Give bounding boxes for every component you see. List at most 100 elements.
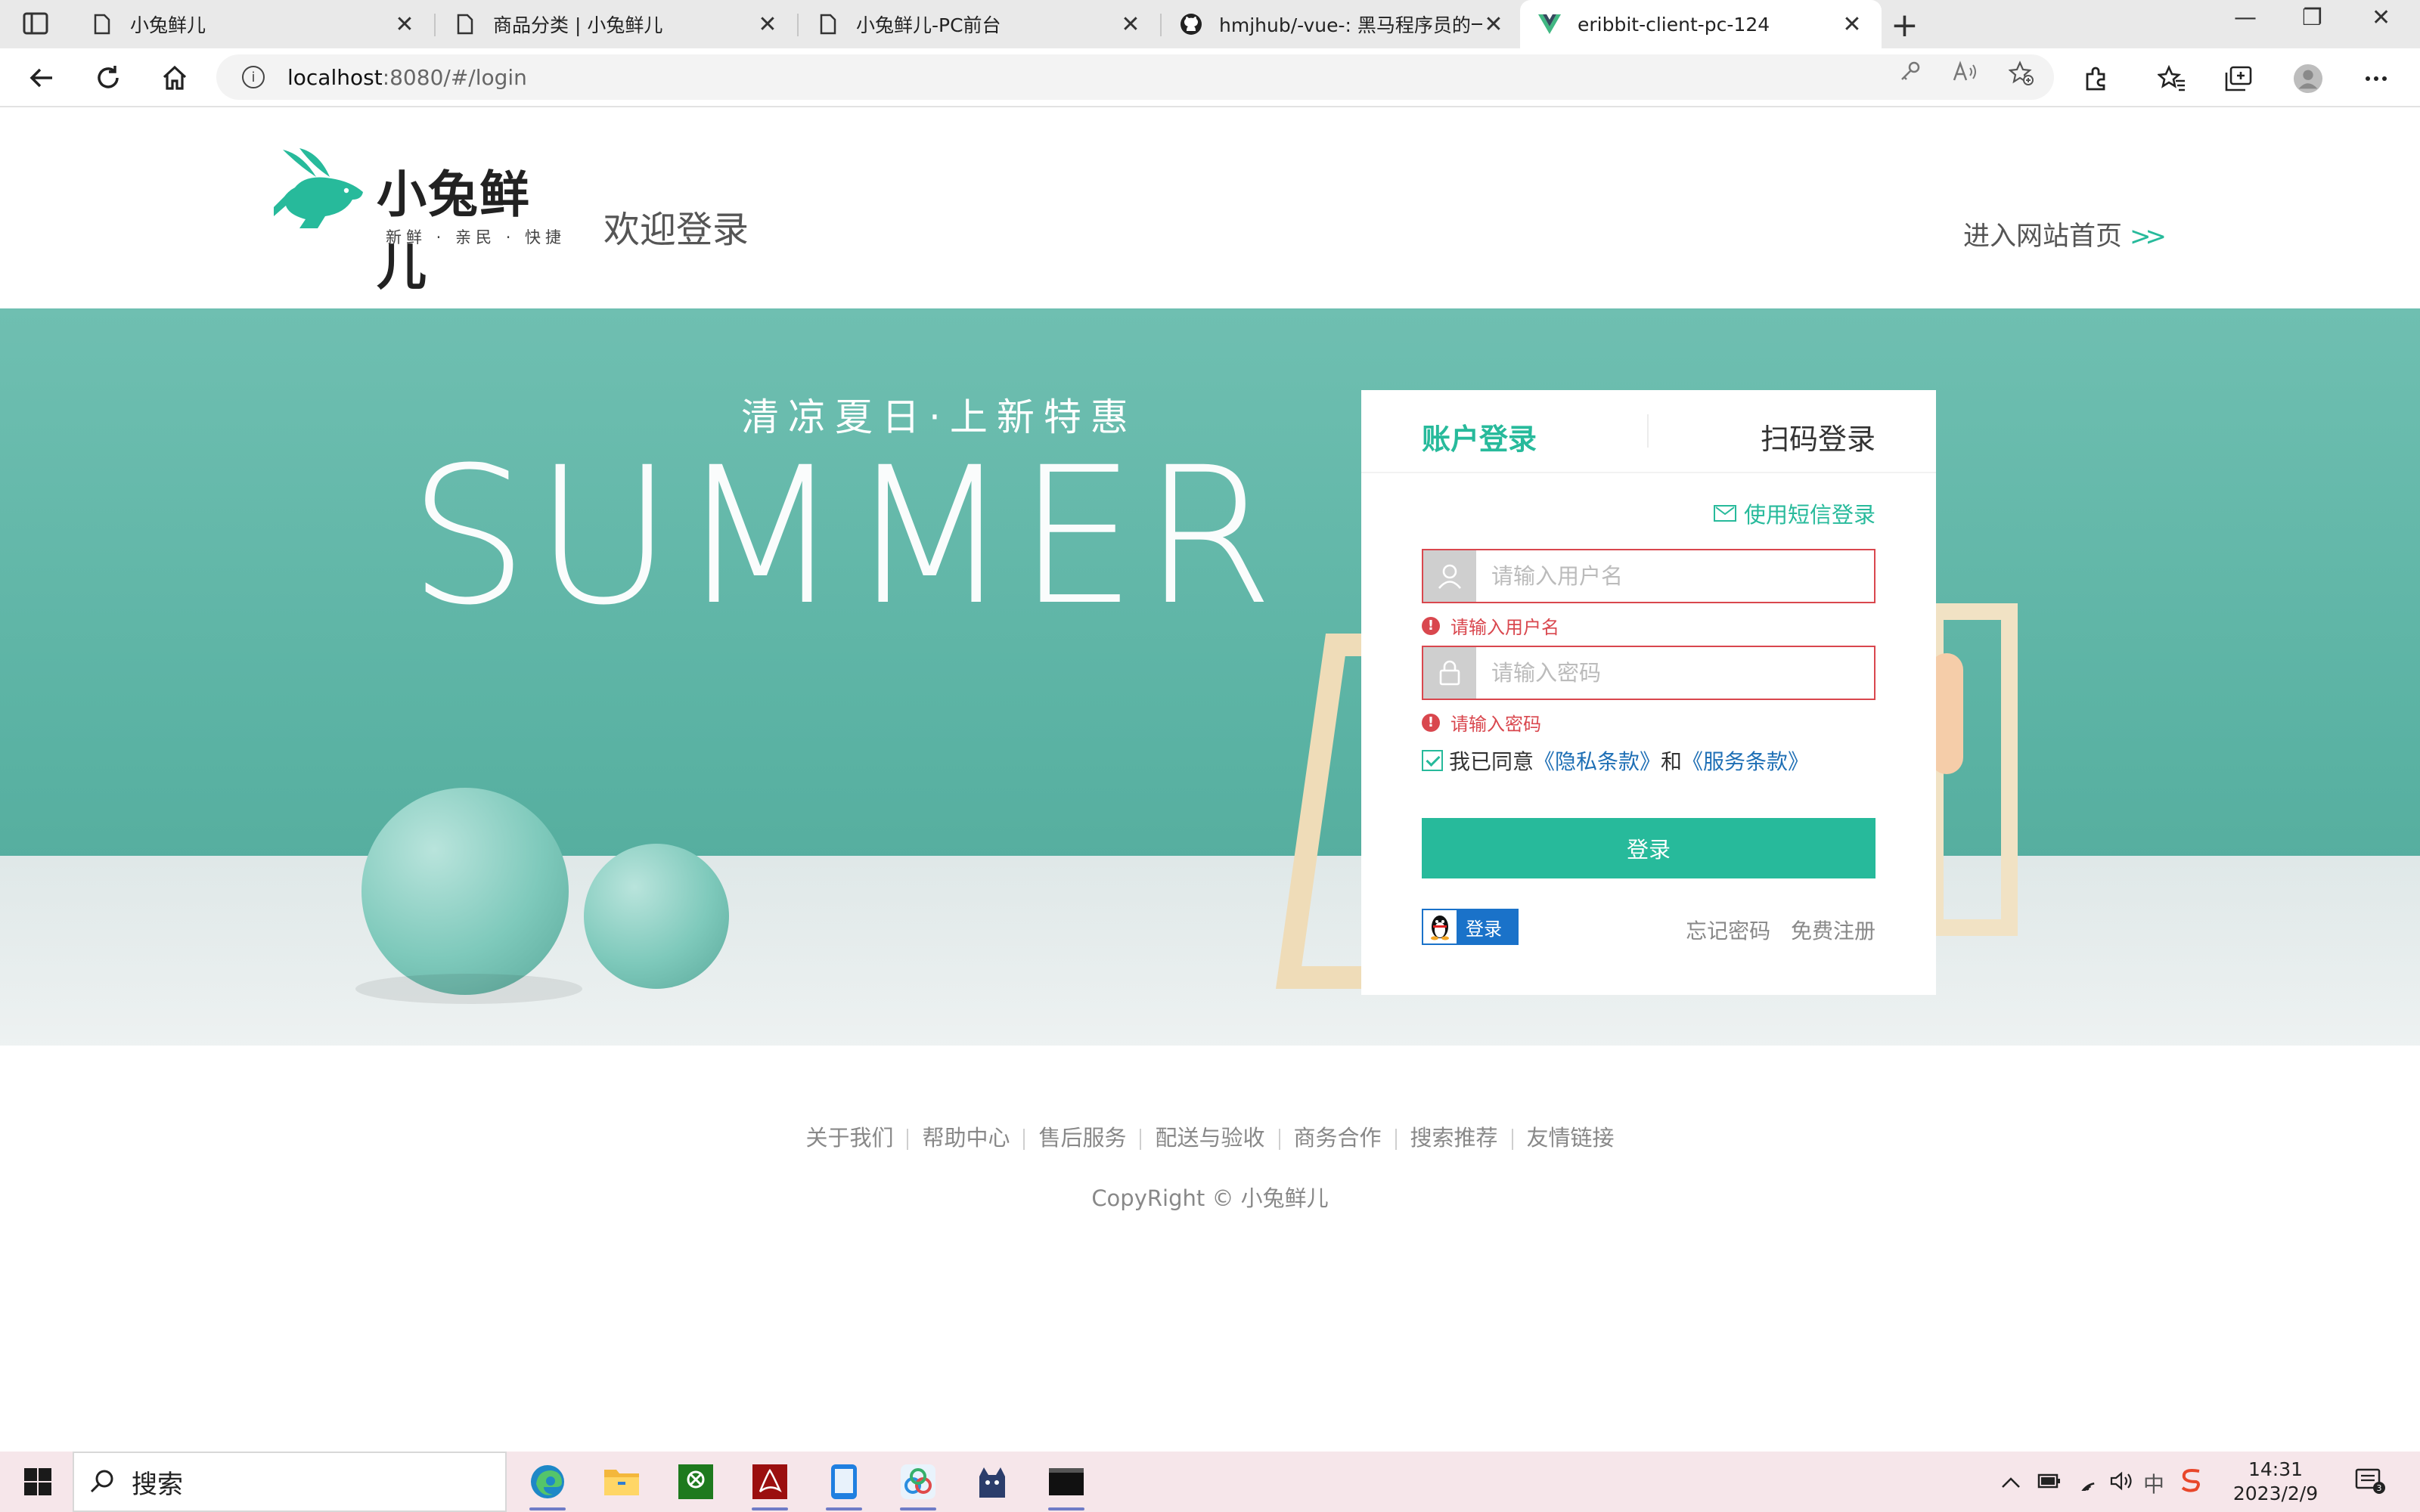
acrobat-app-icon[interactable] [749,1461,791,1510]
browser-tab-1[interactable]: 小兔鲜儿 ✕ [73,0,434,48]
ball-shadow [355,974,582,1004]
browser-tab-4[interactable]: hmjhub/-vue-: 黑马程序员的一个 ✕ [1162,0,1523,48]
error-icon: ! [1422,713,1440,732]
username-input[interactable] [1476,550,1874,602]
active-indicator [900,1507,936,1510]
back-button[interactable] [23,59,60,97]
wifi-icon[interactable] [2075,1471,2099,1496]
browser-tab-3[interactable]: 小兔鲜儿-PC前台 ✕ [799,0,1160,48]
tab-qr-login[interactable]: 扫码登录 [1761,416,1876,457]
clock-time: 14:31 [2248,1458,2304,1480]
login-button[interactable]: 登录 [1422,818,1876,878]
favorite-add-icon[interactable] [2008,60,2034,85]
search-icon [89,1469,115,1495]
qq-login-button[interactable]: 登录 [1422,909,1519,945]
goto-home-label: 进入网站首页 [1963,222,2123,252]
footer-link-help[interactable]: 帮助中心 [908,1125,1023,1151]
battery-icon[interactable] [2037,1471,2062,1494]
favorites-icon[interactable] [2157,64,2187,94]
decorative-ball [584,844,729,989]
active-indicator [529,1507,566,1510]
url-host: localhost [287,64,383,90]
browser-tab-2[interactable]: 商品分类 | 小兔鲜儿 ✕ [436,0,797,48]
svg-text:3: 3 [2377,1483,2382,1493]
chevron-up-icon[interactable] [2001,1471,2021,1494]
close-tab-icon[interactable]: ✕ [1482,11,1505,38]
page-icon [454,13,476,36]
welcome-title: 欢迎登录 [603,209,749,251]
key-icon[interactable] [1898,60,1921,83]
cloud-app-icon[interactable] [897,1461,939,1510]
collections-icon[interactable] [2223,64,2254,94]
goto-home-link[interactable]: 进入网站首页 >> [1963,215,2167,253]
close-tab-icon[interactable]: ✕ [1841,11,1863,38]
close-tab-icon[interactable]: ✕ [1119,11,1142,38]
site-info-icon[interactable]: i [242,66,265,88]
close-window-button[interactable]: ✕ [2372,5,2391,31]
login-card: 账户登录 扫码登录 使用短信登录 ! 请输入用户名 ! 请输入密码 我已同意 《… [1361,390,1936,995]
ime-indicator[interactable]: 中 [2143,1468,2164,1498]
register-link[interactable]: 免费注册 [1791,919,1876,943]
restore-button[interactable]: ❐ [2302,5,2322,31]
page-icon [817,13,839,36]
privacy-link[interactable]: 《隐私条款》 [1534,745,1661,776]
forgot-password-link[interactable]: 忘记密码 [1686,919,1770,943]
site-header: 小兔鲜儿 新鲜 · 亲民 · 快捷 欢迎登录 进入网站首页 >> [0,107,2420,308]
active-indicator [752,1507,788,1510]
taskbar-search[interactable]: 搜索 [73,1452,507,1512]
lock-icon [1423,647,1476,699]
taskbar: 搜索 中 14:31 2023/2/9 3 [0,1452,2420,1512]
windows-start-icon[interactable] [23,1467,53,1497]
address-bar: i localhost:8080/#/login [0,48,2420,107]
sms-login-link[interactable]: 使用短信登录 [1713,497,1876,529]
browser-tab-bar: 小兔鲜儿 ✕ 商品分类 | 小兔鲜儿 ✕ 小兔鲜儿-PC前台 ✕ hmjhub/… [0,0,2420,48]
terminal-app-icon[interactable] [1045,1461,1087,1510]
login-tabs: 账户登录 扫码登录 [1361,390,1936,473]
minimize-button[interactable]: — [2234,5,2257,31]
password-error: ! 请输入密码 [1422,709,1541,736]
tab-label: 小兔鲜儿 [130,14,206,36]
browser-tab-active[interactable]: eribbit-client-pc-124 ✕ [1520,0,1882,48]
close-tab-icon[interactable]: ✕ [756,11,779,38]
edge-app-icon[interactable] [526,1461,569,1510]
agree-checkbox[interactable] [1422,750,1443,771]
more-menu-icon[interactable] [2361,64,2391,94]
account-links: 忘记密码 免费注册 [1672,915,1876,945]
cat-app-icon[interactable] [971,1461,1013,1503]
sogou-ime-icon[interactable] [2180,1467,2204,1498]
tab-label: 商品分类 | 小兔鲜儿 [493,14,663,36]
clock-date: 2023/2/9 [2232,1483,2319,1504]
close-tab-icon[interactable]: ✕ [393,11,416,38]
banner-slogan-en: SUMMER [408,426,1280,646]
file-explorer-icon[interactable] [600,1461,643,1503]
password-input[interactable] [1476,647,1874,699]
footer-link-friends[interactable]: 友情链接 [1513,1125,1628,1151]
copyright: CopyRight © 小兔鲜儿 [1091,1185,1329,1211]
tab-actions-icon[interactable] [23,12,48,35]
reload-button[interactable] [89,59,127,97]
footer-link-search[interactable]: 搜索推荐 [1397,1125,1512,1151]
home-button[interactable] [156,59,194,97]
notification-icon[interactable]: 3 [2355,1467,2385,1501]
system-clock[interactable]: 14:31 2023/2/9 [2226,1458,2325,1506]
user-icon [1423,550,1476,602]
username-field [1422,549,1876,603]
footer-link-about[interactable]: 关于我们 [792,1125,907,1151]
username-error: ! 请输入用户名 [1422,612,1559,639]
extensions-icon[interactable] [2081,64,2111,94]
xbox-app-icon[interactable] [675,1461,717,1503]
tab-label: eribbit-client-pc-124 [1578,13,1770,36]
tab-account-login[interactable]: 账户登录 [1422,416,1537,457]
url-field[interactable]: i localhost:8080/#/login [216,54,2054,100]
service-link[interactable]: 《服务条款》 [1682,745,1809,776]
tablet-app-icon[interactable] [823,1461,865,1510]
footer-link-aftersale[interactable]: 售后服务 [1025,1125,1140,1151]
site-logo[interactable]: 小兔鲜儿 新鲜 · 亲民 · 快捷 [272,144,575,296]
read-aloud-icon[interactable] [1953,60,1976,83]
new-tab-button[interactable]: + [1891,6,1919,45]
username-error-text: 请输入用户名 [1450,617,1559,638]
profile-avatar[interactable] [2293,64,2323,94]
volume-icon[interactable] [2110,1471,2134,1496]
footer-link-business[interactable]: 商务合作 [1280,1125,1395,1151]
footer-link-delivery[interactable]: 配送与验收 [1141,1125,1278,1151]
